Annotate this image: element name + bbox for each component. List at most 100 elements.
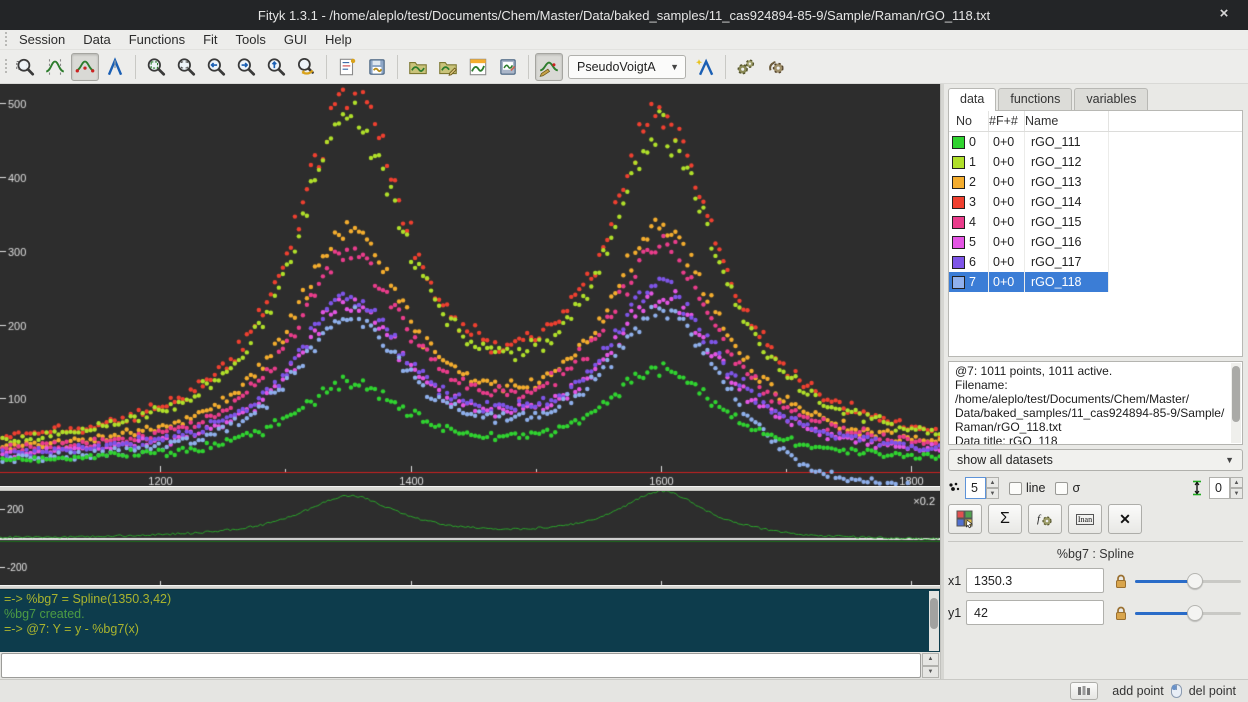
- spin-up-icon[interactable]: ▲: [986, 477, 999, 488]
- column-header-no: No: [949, 111, 989, 131]
- script-editor-icon: [336, 56, 358, 78]
- spin-down-icon[interactable]: ▼: [1230, 488, 1243, 499]
- add-peak-mode-button[interactable]: [101, 53, 129, 81]
- table-row[interactable]: 5 0+0 rGO_116: [949, 232, 1242, 252]
- save-session-button[interactable]: [363, 53, 391, 81]
- menubar-grip[interactable]: [2, 32, 10, 48]
- menu-session[interactable]: Session: [10, 30, 74, 49]
- table-row[interactable]: 2 0+0 rGO_113: [949, 172, 1242, 192]
- slider-thumb[interactable]: [1187, 573, 1203, 589]
- toolbar-grip[interactable]: [2, 59, 10, 75]
- load-data-custom-button[interactable]: [434, 53, 462, 81]
- history-up-icon[interactable]: ▲: [922, 653, 939, 666]
- sidebar: data functions variables No #F+# Name 0 …: [944, 84, 1248, 679]
- toolbar-separator: [326, 55, 327, 79]
- table-row[interactable]: 3 0+0 rGO_114: [949, 192, 1242, 212]
- param-y1-input[interactable]: 42: [966, 600, 1104, 625]
- main-plot[interactable]: [0, 84, 940, 486]
- mouse-hints-button[interactable]: [1070, 682, 1098, 700]
- baseline-hints: add point del point: [1070, 682, 1236, 700]
- zoom-right-button[interactable]: [232, 53, 260, 81]
- edit-data-button[interactable]: [464, 53, 492, 81]
- menu-gui[interactable]: GUI: [275, 30, 316, 49]
- tab-variables[interactable]: variables: [1074, 88, 1148, 110]
- zoom-selection-button[interactable]: [172, 53, 200, 81]
- zoom-all-button[interactable]: [142, 53, 170, 81]
- dataset-color-swatch[interactable]: [952, 276, 965, 289]
- quick-functions-button[interactable]: f: [1028, 504, 1062, 534]
- delete-button[interactable]: ✕: [1108, 504, 1142, 534]
- sum-button[interactable]: Σ: [988, 504, 1022, 534]
- menu-tools[interactable]: Tools: [227, 30, 275, 49]
- save-image-button[interactable]: [494, 53, 522, 81]
- dataset-color-swatch[interactable]: [952, 256, 965, 269]
- toolbar-separator: [528, 55, 529, 79]
- edit-function-icon: [538, 56, 560, 78]
- dataset-color-swatch[interactable]: [952, 176, 965, 189]
- shift-value[interactable]: 0: [1209, 477, 1230, 499]
- dataset-color-swatch[interactable]: [952, 216, 965, 229]
- zoom-vertical-button[interactable]: [262, 53, 290, 81]
- console-scrollbar[interactable]: [929, 591, 939, 651]
- line-checkbox[interactable]: [1009, 482, 1022, 495]
- table-row[interactable]: 0 0+0 rGO_111: [949, 132, 1242, 152]
- baseline-mode-icon: [74, 56, 96, 78]
- inactive-data-button[interactable]: Inan: [1068, 504, 1102, 534]
- data-colors-button[interactable]: [948, 504, 982, 534]
- tab-data[interactable]: data: [948, 88, 996, 111]
- history-down-icon[interactable]: ▼: [922, 666, 939, 679]
- point-size-value[interactable]: 5: [965, 477, 986, 499]
- info-line: Raman/rGO_118.txt: [955, 420, 1226, 434]
- command-history-spinner[interactable]: ▲ ▼: [922, 653, 939, 678]
- info-scrollbar[interactable]: [1231, 363, 1241, 443]
- param-y1-slider[interactable]: [1135, 605, 1241, 621]
- zoom-left-button[interactable]: [202, 53, 230, 81]
- close-icon[interactable]: ×: [1214, 5, 1234, 22]
- data-range-icon: [44, 56, 66, 78]
- dataset-filter-dropdown[interactable]: show all datasets ▼: [948, 449, 1243, 471]
- table-row[interactable]: 7 0+0 rGO_118: [949, 272, 1242, 292]
- param-x1-slider[interactable]: [1135, 573, 1241, 589]
- add-peak-icon: [694, 56, 716, 78]
- menu-data[interactable]: Data: [74, 30, 119, 49]
- dataset-color-swatch[interactable]: [952, 156, 965, 169]
- shift-spinner[interactable]: 0 ▲▼: [1209, 477, 1243, 499]
- menu-functions[interactable]: Functions: [120, 30, 194, 49]
- spin-down-icon[interactable]: ▼: [986, 488, 999, 499]
- baseline-mode-button[interactable]: [71, 53, 99, 81]
- info-line: Data/baked_samples/11_cas924894-85-9/Sam…: [955, 406, 1226, 420]
- slider-thumb[interactable]: [1187, 605, 1203, 621]
- peak-type-combo[interactable]: PseudoVoigtA ▼: [568, 55, 686, 79]
- lock-icon[interactable]: [1114, 573, 1128, 589]
- point-size-spinner[interactable]: 5 ▲▼: [965, 477, 999, 499]
- peak-type-value: PseudoVoigtA: [577, 60, 656, 74]
- column-header-name: Name: [1025, 111, 1109, 131]
- toolbar-separator: [397, 55, 398, 79]
- spin-up-icon[interactable]: ▲: [1230, 477, 1243, 488]
- sigma-checkbox[interactable]: [1055, 482, 1068, 495]
- zoom-rect-mode-button[interactable]: [11, 53, 39, 81]
- dataset-color-swatch[interactable]: [952, 236, 965, 249]
- lock-icon[interactable]: [1114, 605, 1128, 621]
- info-line: Filename: /home/aleplo/test/Documents/Ch…: [955, 378, 1226, 406]
- edit-function-mode-button[interactable]: [535, 53, 563, 81]
- command-input[interactable]: [1, 653, 921, 678]
- aux-plot[interactable]: [0, 491, 940, 585]
- menu-fit[interactable]: Fit: [194, 30, 226, 49]
- table-row[interactable]: 6 0+0 rGO_117: [949, 252, 1242, 272]
- table-row[interactable]: 1 0+0 rGO_112: [949, 152, 1242, 172]
- dataset-color-swatch[interactable]: [952, 196, 965, 209]
- fit-gears-icon: [735, 56, 757, 78]
- load-data-button[interactable]: [404, 53, 432, 81]
- dataset-color-swatch[interactable]: [952, 136, 965, 149]
- zoom-previous-button[interactable]: [292, 53, 320, 81]
- script-editor-button[interactable]: [333, 53, 361, 81]
- auto-add-peak-button[interactable]: [691, 53, 719, 81]
- undo-fit-button[interactable]: [762, 53, 790, 81]
- tab-functions[interactable]: functions: [998, 88, 1072, 110]
- menu-help[interactable]: Help: [316, 30, 361, 49]
- param-x1-input[interactable]: 1350.3: [966, 568, 1104, 593]
- data-range-mode-button[interactable]: [41, 53, 69, 81]
- table-row[interactable]: 4 0+0 rGO_115: [949, 212, 1242, 232]
- run-fit-button[interactable]: [732, 53, 760, 81]
